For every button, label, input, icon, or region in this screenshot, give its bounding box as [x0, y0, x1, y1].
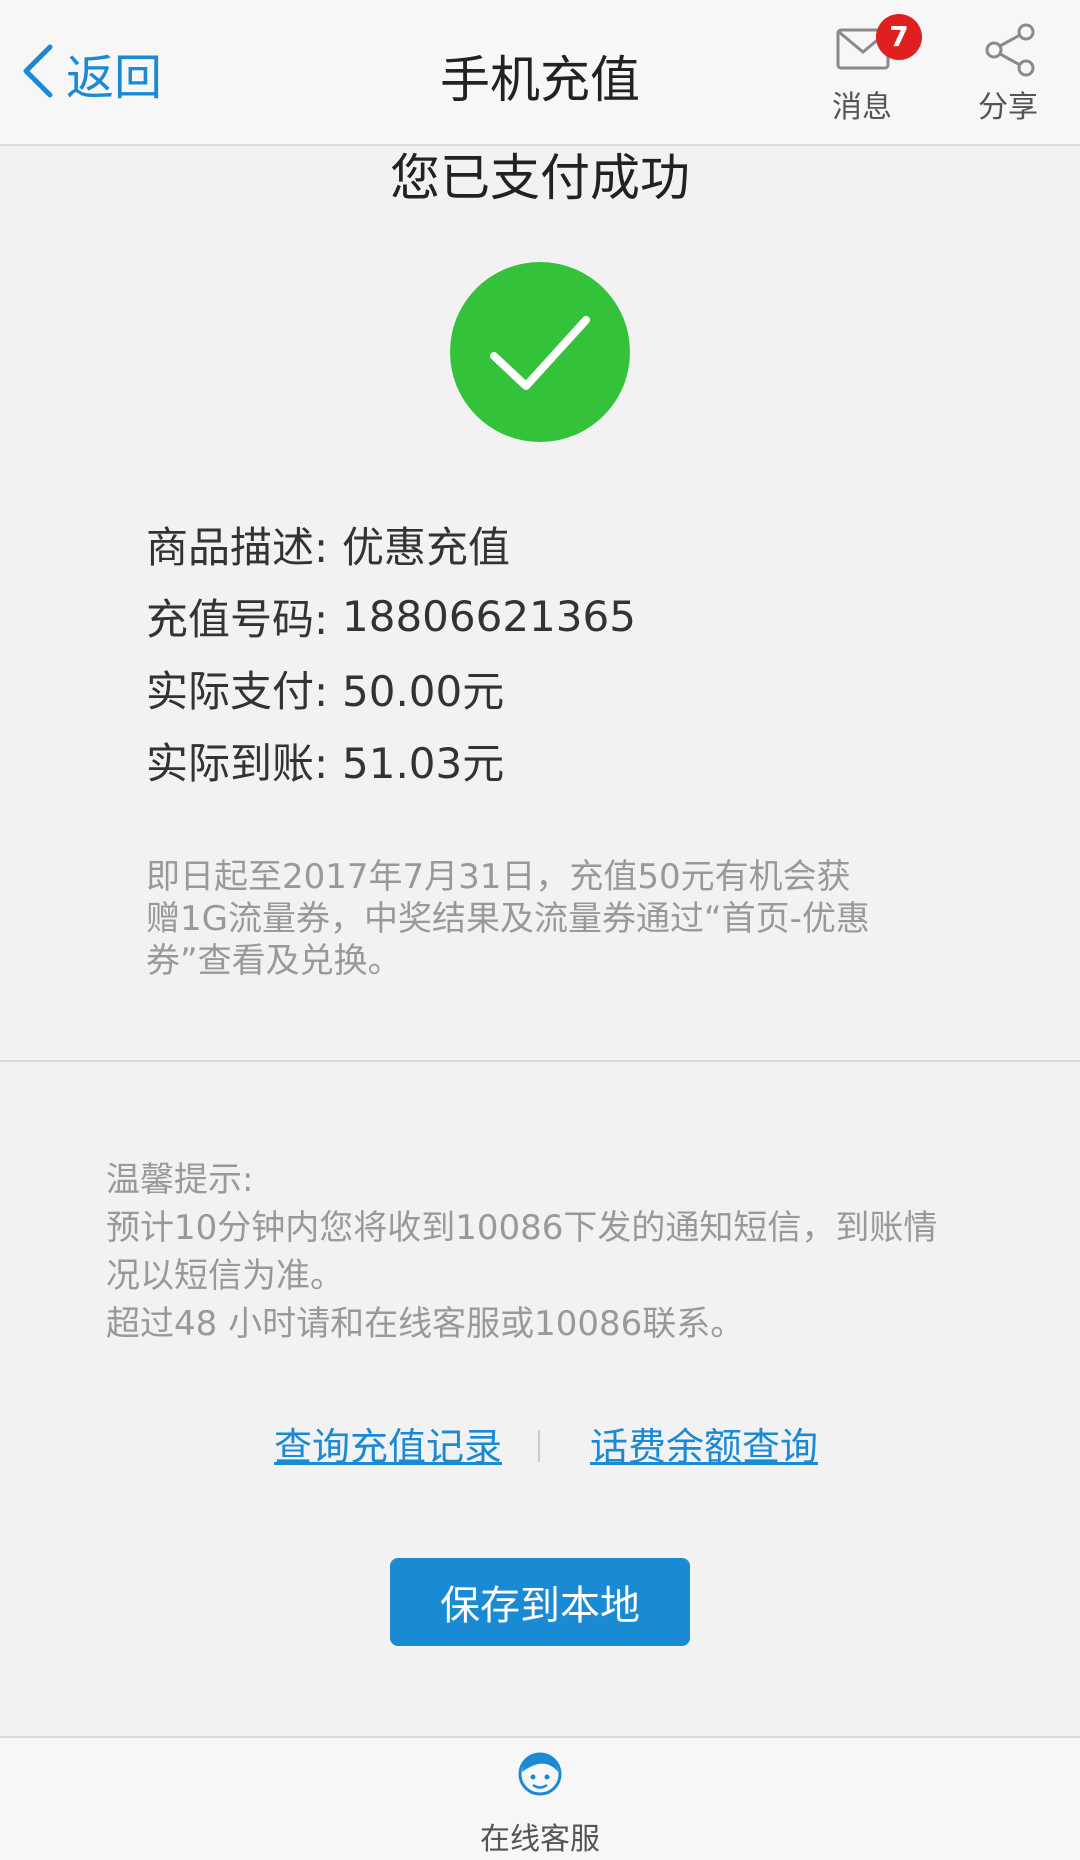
promotion-notice: 即日起至2017年7月31日，充值50元有机会获 赠1G流量券，中奖结果及流量券… — [146, 856, 926, 982]
balance-query-link[interactable]: 话费余额查询 — [590, 1416, 818, 1471]
success-check-icon — [450, 262, 630, 442]
section-divider — [0, 1060, 1080, 1062]
tips-line: 预计10分钟内您将收到10086下发的通知短信，到账情 — [106, 1208, 938, 1248]
bottom-bar: 在线客服 — [0, 1736, 1080, 1860]
detail-row-phone: 充值号码: 18806621365 — [146, 580, 636, 652]
online-service-button[interactable]: 在线客服 — [460, 1738, 620, 1860]
tips-section: 温馨提示: 预计10分钟内您将收到10086下发的通知短信，到账情 况以短信为准… — [106, 1156, 986, 1348]
promo-line: 赠1G流量券，中奖结果及流量券通过“首页-优惠 — [146, 899, 870, 939]
detail-label: 实际到账: — [146, 738, 329, 788]
share-label: 分享 — [978, 90, 1038, 125]
detail-value: 51.03元 — [342, 738, 505, 788]
unread-badge: 7 — [876, 14, 922, 60]
payment-success-title: 您已支付成功 — [390, 149, 690, 207]
detail-value: 18806621365 — [342, 591, 636, 641]
tips-heading: 温馨提示: — [106, 1160, 254, 1200]
detail-value: 优惠充值 — [342, 522, 511, 572]
promo-line: 即日起至2017年7月31日，充值50元有机会获 — [146, 857, 851, 897]
detail-row-product: 商品描述: 优惠充值 — [146, 508, 636, 580]
link-separator — [538, 1430, 540, 1462]
save-to-local-button[interactable]: 保存到本地 — [390, 1558, 690, 1646]
detail-label: 商品描述: — [146, 522, 329, 572]
detail-value: 50.00元 — [342, 666, 505, 716]
tips-line: 况以短信为准。 — [106, 1256, 344, 1296]
recharge-records-link[interactable]: 查询充值记录 — [274, 1416, 502, 1471]
share-button[interactable]: 分享 — [948, 18, 1068, 128]
top-bar: 返回 手机充值 7 消息 分享 — [0, 0, 1080, 146]
detail-label: 实际支付: — [146, 666, 329, 716]
query-links: 查询充值记录 话费余额查询 — [0, 1416, 1080, 1476]
tips-line: 超过48 小时请和在线客服或10086联系。 — [106, 1304, 745, 1344]
messages-button[interactable]: 7 消息 — [802, 14, 922, 128]
online-service-label: 在线客服 — [480, 1822, 600, 1857]
detail-label: 充值号码: — [146, 594, 329, 644]
messages-label: 消息 — [832, 90, 892, 125]
promo-line: 券”查看及兑换。 — [146, 941, 402, 981]
detail-row-paid: 实际支付: 50.00元 — [146, 652, 636, 724]
order-details: 商品描述: 优惠充值 充值号码: 18806621365 实际支付: 50.00… — [146, 508, 636, 796]
detail-row-credited: 实际到账: 51.03元 — [146, 724, 636, 796]
